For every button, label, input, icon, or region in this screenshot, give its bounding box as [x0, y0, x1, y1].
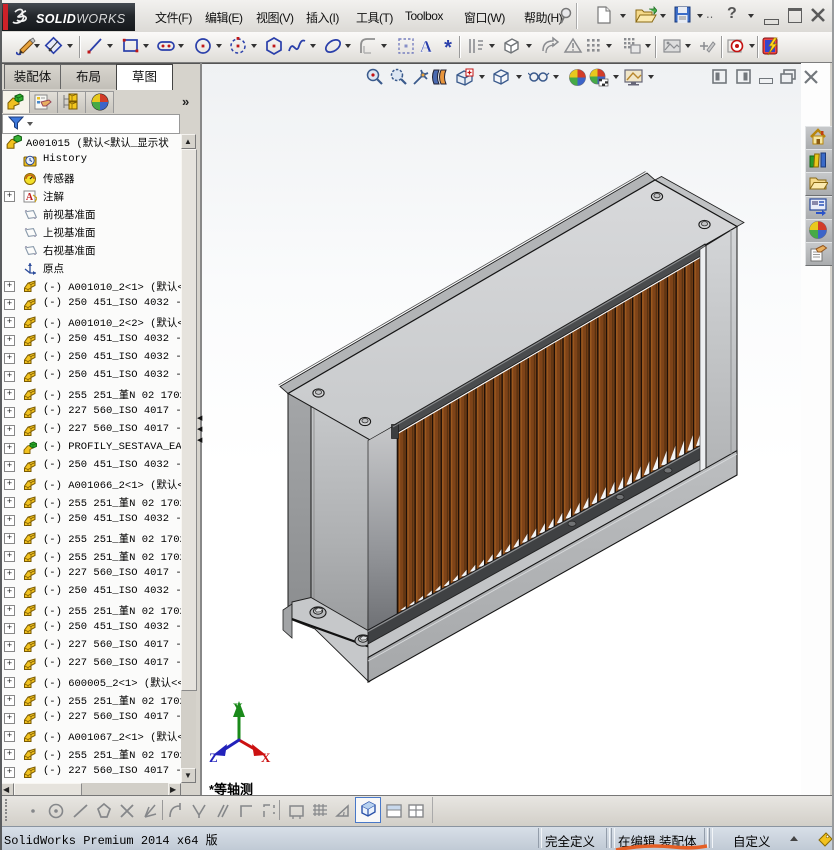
svg-text:A: A [420, 37, 433, 56]
svg-text:SOLIDWORKS: SOLIDWORKS [36, 12, 126, 26]
svg-text:X: X [261, 750, 271, 765]
svg-text:*: * [444, 37, 452, 56]
svg-text:Z: Z [209, 750, 218, 765]
svg-text:Y: Y [233, 700, 243, 715]
svg-text:A: A [26, 192, 34, 203]
